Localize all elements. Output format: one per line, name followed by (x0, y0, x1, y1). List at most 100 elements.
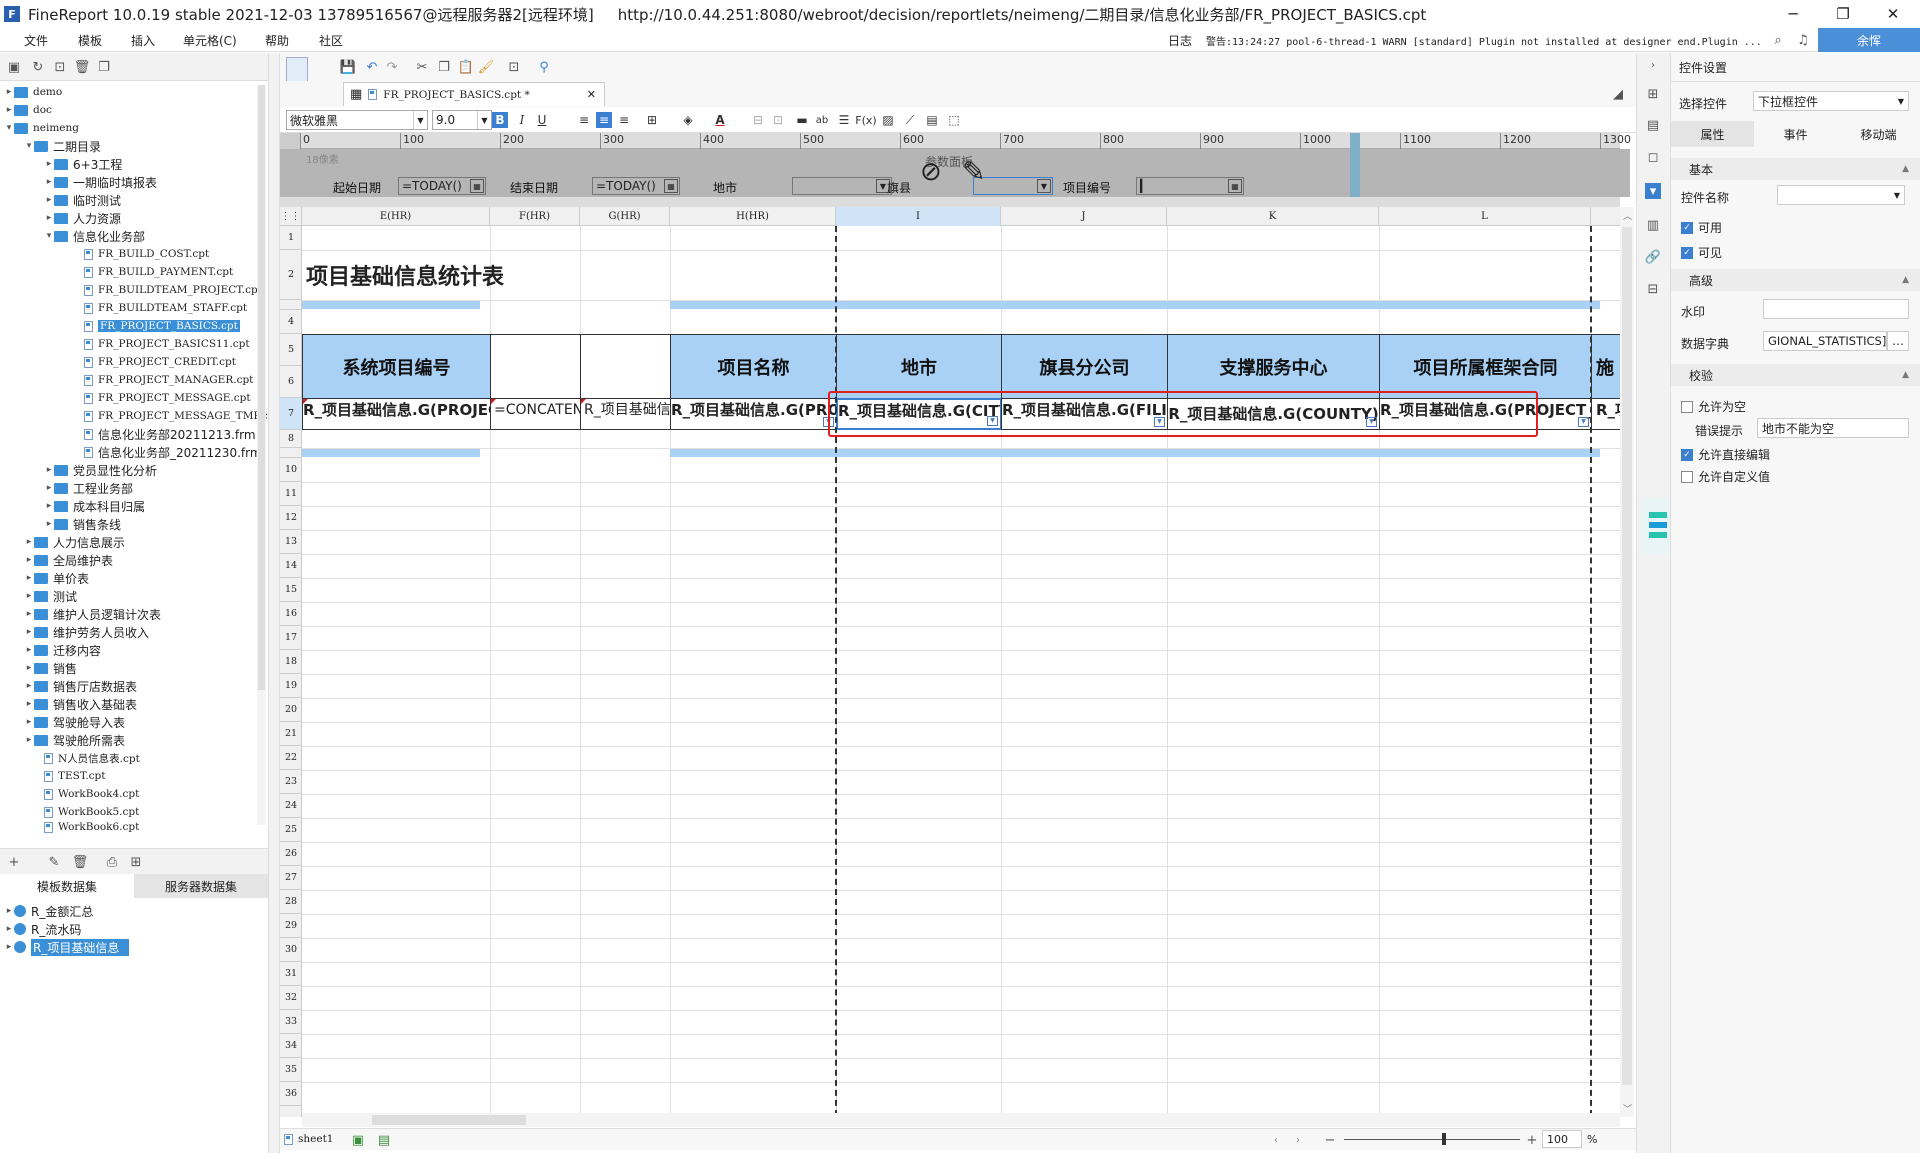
cell-project-code[interactable]: R_项目基础信息.G(PROJECT_CODE) (302, 398, 491, 430)
dictionary-input[interactable]: GIONAL_STATISTICS] (1763, 331, 1887, 351)
row-header-cell[interactable]: 31 (280, 962, 302, 986)
select-all-corner[interactable]: ⋮⋮ (280, 207, 302, 226)
section-advanced[interactable]: 高级 ▲ (1671, 269, 1920, 291)
tree-item[interactable]: ▸ 6+3工程 (44, 155, 123, 173)
scrollbar-thumb[interactable] (1622, 227, 1632, 1085)
italic-button[interactable]: I (514, 112, 530, 128)
expand-arrow-icon[interactable]: ▸ (24, 645, 34, 655)
plugin-icon[interactable]: ⚲ (536, 59, 552, 75)
tree-item[interactable]: WorkBook4.cpt (44, 785, 139, 803)
column-header-cell[interactable]: H(HR) (670, 207, 836, 226)
tree-scrollbar[interactable] (257, 85, 266, 825)
header-support-center[interactable]: 支撑服务中心 (1167, 334, 1380, 399)
undo-icon[interactable]: ↶ (364, 59, 380, 75)
panel-splitter[interactable] (268, 53, 280, 1153)
expand-arrow-icon[interactable]: ▸ (24, 555, 34, 565)
allow-edit-checkbox[interactable]: ✓ 允许直接编辑 (1681, 446, 1770, 463)
row-header-cell[interactable]: 2 (280, 250, 302, 300)
data-tree-icon[interactable]: ⊟ (1645, 281, 1661, 297)
calendar-icon[interactable]: ▦ (664, 179, 678, 193)
expand-arrow-icon[interactable]: ▸ (44, 483, 54, 493)
tree-item[interactable]: ▾ 二期目录 (24, 137, 101, 155)
cell-concatenate[interactable]: =CONCATENATE(replace(t (490, 398, 581, 430)
expand-arrow-icon[interactable]: ▸ (4, 87, 14, 97)
zoom-slider-thumb[interactable] (1442, 1133, 1446, 1145)
widget-name-input[interactable]: ▼ (1777, 185, 1905, 205)
rich-text-icon[interactable]: ☰ (836, 112, 852, 128)
row-header-cell[interactable]: 27 (280, 866, 302, 890)
row-header-cell[interactable] (280, 300, 302, 310)
row-header-cell[interactable]: 35 (280, 1058, 302, 1082)
scroll-down-icon[interactable]: ﹀ (1623, 1102, 1632, 1115)
row-header-cell[interactable]: 21 (280, 722, 302, 746)
menu-cell[interactable]: 单元格(C) (183, 32, 237, 49)
tree-item[interactable]: ▸ 一期临时填报表 (44, 173, 157, 191)
row-header-cell[interactable]: 14 (280, 554, 302, 578)
template-settings-icon[interactable]: ⊡ (506, 59, 522, 75)
tree-item[interactable]: FR_PROJECT_MESSAGE.cpt (84, 389, 251, 407)
row-header-cell[interactable]: 26 (280, 842, 302, 866)
subreport-icon[interactable]: ▤ (924, 112, 940, 128)
tree-item[interactable]: ▸ 销售厅店数据表 (24, 677, 137, 695)
copy-icon[interactable]: ❐ (436, 59, 452, 75)
split-cells-icon[interactable]: ⊡ (770, 112, 786, 128)
dataset-item[interactable]: ▸ R_金额汇总 (4, 902, 94, 920)
parameter-panel[interactable]: 18像素 起始日期 =TODAY() ▦ 结束日期 =TODAY() ▦ 地市 ▼ … (300, 133, 1630, 197)
section-validation[interactable]: 校验 ▲ (1671, 364, 1920, 386)
edit-pencil-icon[interactable]: ✎ (962, 155, 985, 188)
expand-arrow-icon[interactable]: ▸ (24, 699, 34, 709)
allow-custom-checkbox[interactable]: 允许自定义值 (1681, 468, 1770, 485)
column-header-cell[interactable]: J (1001, 207, 1167, 226)
merge-cells-icon[interactable]: ⊟ (750, 112, 766, 128)
image-icon[interactable]: ▨ (880, 112, 896, 128)
zoom-in-button[interactable]: + (1524, 1132, 1540, 1148)
tree-item[interactable]: ▸ 工程业务部 (44, 479, 133, 497)
menu-insert[interactable]: 插入 (131, 32, 155, 49)
row-header-cell[interactable]: 13 (280, 530, 302, 554)
collapse-panel-icon[interactable]: › (1645, 57, 1661, 73)
tree-item[interactable]: 信息化业务部20211213.frm (84, 425, 256, 443)
column-header-cell[interactable]: F(HR) (490, 207, 580, 226)
expand-arrow-icon[interactable]: ▸ (44, 159, 54, 169)
tree-item[interactable]: ▾ neimeng (4, 119, 79, 137)
expand-arrow-icon[interactable]: ▸ (44, 465, 54, 475)
page-right-icon[interactable]: › (1290, 1132, 1306, 1148)
header-empty-g[interactable] (580, 334, 671, 399)
tree-item[interactable]: FR_PROJECT_CREDIT.cpt (84, 353, 236, 371)
row-header-cell[interactable]: 36 (280, 1082, 302, 1106)
cell-next[interactable]: R_项目基础信息 (1591, 398, 1620, 430)
refresh-icon[interactable]: ↻ (30, 59, 46, 75)
select-widget-combo[interactable]: 下拉框控件 ▼ (1753, 91, 1909, 111)
column-header-cell[interactable]: L (1379, 207, 1591, 226)
cell-project-name[interactable]: R_项目基础信息.G(PROJECT_NAME)▼ (670, 398, 837, 430)
column-header-cell[interactable]: I (836, 207, 1001, 226)
row-header-cell[interactable]: 6 (280, 366, 302, 398)
tree-item[interactable]: FR_PROJECT_MANAGER.cpt (84, 371, 253, 389)
row-header-cell[interactable]: 23 (280, 770, 302, 794)
row-header-cell[interactable]: 33 (280, 1010, 302, 1034)
tree-item[interactable]: N人员信息表.cpt (44, 749, 140, 767)
cell-element-icon[interactable]: ⊞ (1645, 86, 1661, 102)
expand-arrow-icon[interactable]: ▸ (24, 681, 34, 691)
column-header-cell[interactable]: K (1167, 207, 1379, 226)
tree-item[interactable]: FR_BUILDTEAM_STAFF.cpt (84, 299, 247, 317)
hyperlink-icon[interactable]: 🔗 (1645, 249, 1661, 265)
zoom-slider-track[interactable] (1344, 1139, 1520, 1140)
add-icon[interactable]: + (6, 854, 22, 870)
tree-item-selected[interactable]: FR_PROJECT_BASICS.cpt (84, 317, 240, 335)
delete-icon[interactable]: 🗑 (74, 59, 91, 75)
row-header-cell[interactable]: 24 (280, 794, 302, 818)
copy-icon[interactable]: ❐ (96, 59, 112, 75)
zoom-out-button[interactable]: − (1322, 1132, 1338, 1148)
hidden-eye-icon[interactable]: ⊘ (920, 157, 942, 187)
row-header-cell[interactable]: 28 (280, 890, 302, 914)
redo-icon[interactable]: ↷ (384, 59, 400, 75)
preview-icon[interactable]: ⎙ (104, 854, 120, 870)
tree-item[interactable]: ▸ 销售收入基础表 (24, 695, 137, 713)
font-size-select[interactable]: 9.0 ▼ (432, 110, 492, 130)
tree-item[interactable]: ▸ 全局维护表 (24, 551, 113, 569)
row-header-cell[interactable]: 4 (280, 310, 302, 334)
dataset-item[interactable]: ▸ R_流水码 (4, 920, 82, 938)
header-city[interactable]: 地市 (836, 334, 1002, 399)
tree-item[interactable]: ▸ 驾驶舱导入表 (24, 713, 125, 731)
